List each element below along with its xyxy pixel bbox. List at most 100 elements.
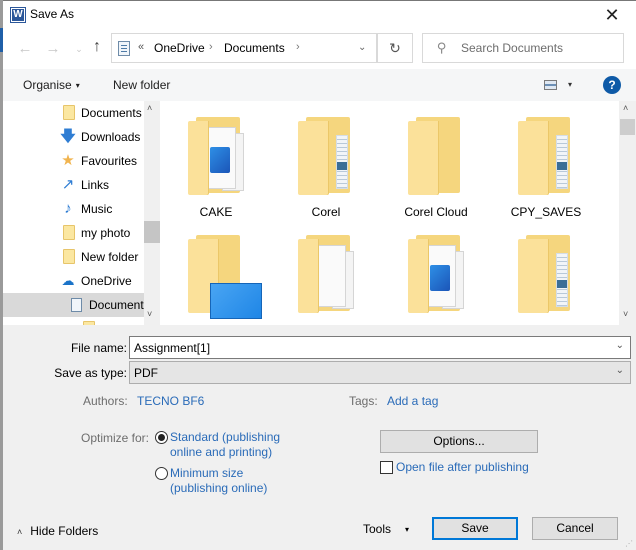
breadcrumb-onedrive[interactable]: OneDrive <box>154 41 205 55</box>
breadcrumb-separator-icon[interactable]: › <box>209 41 213 53</box>
optimize-minimum-radio[interactable] <box>155 467 168 480</box>
file-name-label: File name: <box>70 341 127 355</box>
scroll-down-icon[interactable]: ˅ <box>147 309 152 319</box>
caret-down-icon: ▾ <box>75 81 80 90</box>
sidebar-item-label: Favourites <box>81 154 138 168</box>
optimize-standard-label[interactable]: Standard (publishing online and printing… <box>170 430 300 460</box>
save-as-dialog: W Save As ✕ ← → ⌄ ↑ « OneDrive › Documen… <box>3 0 636 550</box>
file-item[interactable] <box>386 219 486 325</box>
file-item-corel-cloud[interactable]: Corel Cloud <box>386 101 486 219</box>
file-item[interactable] <box>276 219 376 325</box>
open-after-publishing-label[interactable]: Open file after publishing <box>396 460 529 474</box>
add-tag-link[interactable]: Add a tag <box>387 394 438 408</box>
file-name: CPY_SAVES <box>510 205 582 219</box>
recent-locations-chevron-icon[interactable]: ⌄ <box>69 44 89 55</box>
document-icon <box>71 298 82 312</box>
overflow-chevron-icon[interactable]: « <box>138 41 144 53</box>
sidebar-item-onedrive-documents[interactable]: Document <box>3 293 144 317</box>
sidebar-item-downloads[interactable]: 🡇 Downloads <box>3 125 143 149</box>
folder-with-documents-icon <box>298 117 354 195</box>
resize-grip-icon[interactable]: ⋰ <box>625 539 633 548</box>
link-arrow-icon: ↗ <box>61 176 75 193</box>
file-name-combobox[interactable]: ⌄ <box>129 336 631 359</box>
view-options-caret-icon[interactable]: ▾ <box>568 80 572 89</box>
folder-icon <box>63 249 75 264</box>
sidebar-item-label: Music <box>81 202 113 216</box>
scroll-down-icon[interactable]: ˅ <box>623 309 628 319</box>
sidebar-item-onedrive[interactable]: ☁ OneDrive <box>3 269 143 293</box>
star-icon: ★ <box>61 152 75 169</box>
authors-value[interactable]: TECNO BF6 <box>137 394 204 408</box>
navigation-bar: ← → ⌄ ↑ « OneDrive › Documents › ⌄ ↻ ⚲ <box>3 31 636 69</box>
sidebar-item-music[interactable]: ♪ Music <box>3 197 143 221</box>
breadcrumb-documents[interactable]: Documents <box>224 41 285 55</box>
up-arrow-icon[interactable]: ↑ <box>87 38 107 56</box>
back-arrow-icon[interactable]: ← <box>15 40 35 57</box>
scrollbar-thumb[interactable] <box>144 221 160 243</box>
forward-arrow-icon[interactable]: → <box>43 40 63 57</box>
file-list-scrollbar[interactable]: ˄ ˅ <box>619 101 636 325</box>
close-button[interactable]: ✕ <box>589 1 635 29</box>
folder-icon <box>63 105 75 120</box>
sidebar-scrollbar[interactable]: ˄ ˅ <box>144 101 160 325</box>
file-item[interactable] <box>166 219 266 325</box>
optimize-for-label: Optimize for: <box>81 431 150 445</box>
folder-with-documents-icon <box>518 235 574 313</box>
chevron-down-icon: ⌄ <box>615 365 624 376</box>
search-input[interactable] <box>461 34 621 62</box>
breadcrumb-separator-icon[interactable]: › <box>296 41 300 53</box>
folder-icon <box>63 225 75 240</box>
sidebar-item-my-photo[interactable]: my photo <box>3 221 143 245</box>
sidebar-item-links[interactable]: ↗ Links <box>3 173 143 197</box>
address-field[interactable]: « OneDrive › Documents › ⌄ <box>111 33 377 63</box>
options-button[interactable]: Options... <box>380 430 538 453</box>
tags-label: Tags: <box>349 394 378 408</box>
folder-with-desktop-icon <box>188 235 262 319</box>
save-as-type-select[interactable]: PDF ⌄ <box>129 361 631 384</box>
search-icon: ⚲ <box>437 40 447 55</box>
change-view-icon[interactable] <box>544 80 557 90</box>
sidebar-item-favourites[interactable]: ★ Favourites <box>3 149 143 173</box>
open-after-publishing-checkbox[interactable] <box>380 461 393 474</box>
cancel-button[interactable]: Cancel <box>532 517 618 540</box>
file-name-input[interactable] <box>134 337 604 358</box>
optimize-minimum-label[interactable]: Minimum size (publishing online) <box>170 466 300 496</box>
save-options-panel: File name: ⌄ Save as type: PDF ⌄ Authors… <box>3 325 636 550</box>
save-as-type-value: PDF <box>134 366 158 380</box>
file-item[interactable] <box>496 219 596 325</box>
tools-dropdown[interactable]: Tools ▾ <box>363 522 409 536</box>
command-toolbar: Organise ▾ New folder ▾ ? <box>3 69 636 101</box>
scroll-up-icon[interactable]: ˄ <box>147 103 152 113</box>
folder-with-images-icon <box>408 235 464 313</box>
sidebar-item-subfolder[interactable] <box>3 317 143 325</box>
optimize-standard-radio[interactable] <box>155 431 168 444</box>
sidebar-item-label: Documents <box>81 106 142 120</box>
file-list: CAKE Corel Corel Cloud CPY_SAVES <box>160 101 619 325</box>
save-button[interactable]: Save <box>432 517 518 540</box>
hide-folders-label: Hide Folders <box>30 524 99 538</box>
scroll-up-icon[interactable]: ˄ <box>623 103 628 113</box>
sidebar-item-label: OneDrive <box>81 274 132 288</box>
title-bar: W Save As ✕ <box>3 1 636 31</box>
file-item-cake[interactable]: CAKE <box>166 101 266 219</box>
documents-location-icon <box>118 41 130 56</box>
chevron-down-icon[interactable]: ⌄ <box>616 340 624 351</box>
hide-folders-button[interactable]: ˄ Hide Folders <box>17 524 98 538</box>
navigation-pane: Documents 🡇 Downloads ★ Favourites ↗ Lin… <box>3 101 160 325</box>
file-name: Corel <box>311 205 341 219</box>
file-item-cpy-saves[interactable]: CPY_SAVES <box>496 101 596 219</box>
search-box[interactable]: ⚲ <box>422 33 624 63</box>
window-title: Save As <box>30 7 75 21</box>
refresh-button[interactable]: ↻ <box>377 33 413 63</box>
address-bar[interactable]: « OneDrive › Documents › ⌄ ↻ <box>111 33 413 63</box>
scrollbar-thumb[interactable] <box>620 119 635 135</box>
file-name: Corel Cloud <box>404 205 468 219</box>
sidebar-item-new-folder[interactable]: New folder <box>3 245 143 269</box>
new-folder-button[interactable]: New folder <box>113 78 170 92</box>
address-dropdown-icon[interactable]: ⌄ <box>358 42 366 53</box>
file-item-corel[interactable]: Corel <box>276 101 376 219</box>
folder-empty-icon <box>408 117 464 195</box>
organise-button[interactable]: Organise ▾ <box>23 78 80 92</box>
help-icon[interactable]: ? <box>603 76 621 94</box>
sidebar-item-documents[interactable]: Documents <box>3 101 143 125</box>
